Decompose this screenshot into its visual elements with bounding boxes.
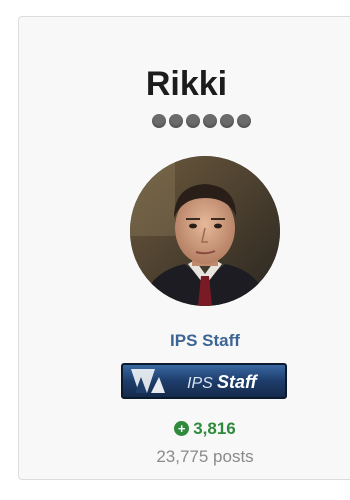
- badge-text-suffix: Staff: [217, 372, 259, 392]
- rank-pip-icon: [237, 114, 251, 128]
- rank-pip-icon: [203, 114, 217, 128]
- avatar[interactable]: [130, 156, 280, 306]
- post-count[interactable]: 23,775 posts: [19, 447, 350, 467]
- group-name: IPS Staff: [170, 331, 240, 350]
- rank-pip-icon: [220, 114, 234, 128]
- user-name[interactable]: Rikki: [19, 65, 350, 103]
- staff-badge: IPS Staff: [121, 363, 287, 399]
- rank-pip-icon: [152, 114, 166, 128]
- rank-pip-icon: [169, 114, 183, 128]
- reputation[interactable]: +3,816: [19, 419, 350, 439]
- badge-text-prefix: IPS: [187, 375, 213, 392]
- reputation-count: 3,816: [193, 419, 236, 438]
- profile-card: Rikki IPS Staff IPS Staff + 3,816 23,775…: [18, 16, 350, 480]
- plus-circle-icon: +: [174, 421, 190, 436]
- rank-pips: [152, 114, 251, 128]
- rank-pip-icon: [186, 114, 200, 128]
- avatar-image: [130, 156, 280, 306]
